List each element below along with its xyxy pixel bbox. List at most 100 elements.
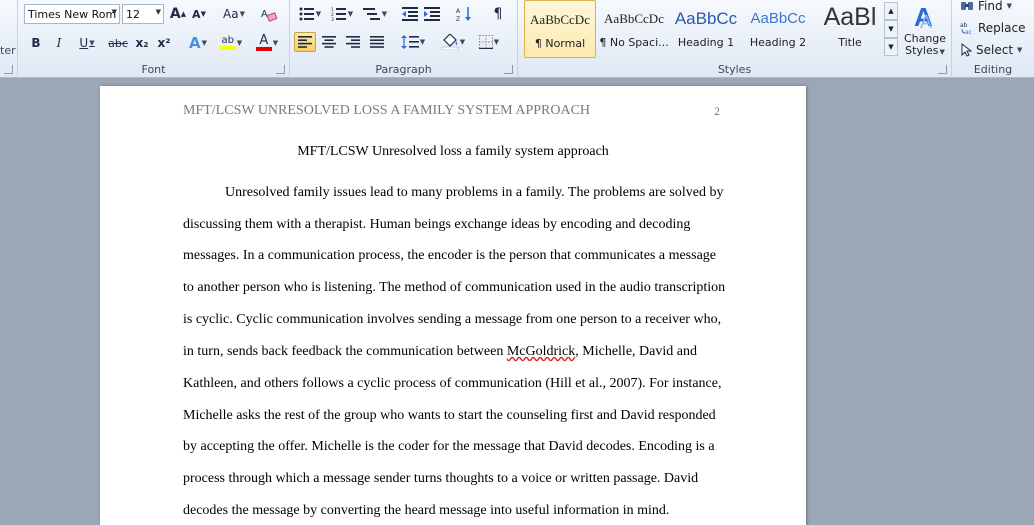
shrink-font-button[interactable]: A ▼ (190, 4, 208, 24)
change-case-icon: Aa (223, 7, 239, 21)
body-line[interactable]: messages. In a communication process, th… (183, 248, 728, 264)
justify-button[interactable] (366, 32, 388, 52)
highlight-color-swatch (219, 46, 236, 50)
style-name: Heading 2 (749, 36, 807, 49)
font-color-button[interactable]: A ▼ (252, 33, 282, 53)
paragraph-dialog-launcher-icon[interactable] (504, 65, 513, 74)
find-button[interactable]: Find ▼ (960, 0, 1012, 14)
body-line[interactable]: Unresolved family issues lead to many pr… (183, 185, 728, 201)
body-line[interactable]: to another person who is listening. The … (183, 280, 728, 296)
sort-icon: A Z (456, 7, 471, 22)
numbering-button[interactable]: 1 2 3 ▼ (328, 4, 356, 24)
body-line[interactable]: is cyclic. Cyclic communication involves… (183, 312, 728, 328)
subscript-button[interactable]: x₂ (132, 33, 152, 53)
editing-group: Find ▼ ab ac Replace Select ▼ Editing (952, 0, 1034, 78)
subscript-icon: x₂ (135, 36, 149, 50)
svg-text:A: A (920, 12, 932, 30)
sort-button[interactable]: A Z (454, 4, 476, 24)
strikethrough-button[interactable]: abc (106, 33, 130, 53)
style-name: ¶ No Spaci... (599, 36, 669, 49)
change-styles-button[interactable]: A A Change Styles▼ (902, 0, 948, 62)
page-number[interactable]: 2 (714, 104, 720, 119)
ribbon: ter Times New Rom ▼ 12 ▼ A ▲ A ▼ Aa ▼ A B (0, 0, 1034, 78)
highlight-icon: ab (221, 35, 235, 46)
italic-icon: I (56, 36, 62, 50)
borders-button[interactable]: ▼ (474, 32, 504, 52)
text-effects-button[interactable]: A ▼ (184, 33, 212, 53)
align-center-button[interactable] (318, 32, 340, 52)
superscript-icon: x² (157, 36, 171, 50)
replace-icon: ab ac (960, 22, 972, 35)
line-spacing-button[interactable]: ▼ (398, 32, 428, 52)
select-button[interactable]: Select ▼ (960, 42, 1022, 58)
style-preview: AaBbCcDc (604, 11, 664, 26)
shading-button[interactable]: ▼ (438, 32, 468, 52)
styles-more-button[interactable]: ▼ (884, 38, 898, 56)
document-title[interactable]: MFT/LCSW Unresolved loss a family system… (183, 144, 723, 160)
bullets-button[interactable]: ▼ (296, 4, 324, 24)
body-line[interactable]: by accepting the offer. Michelle is the … (183, 439, 728, 455)
find-label: Find (978, 0, 1003, 13)
select-label: Select (976, 43, 1014, 57)
misspelled-word[interactable]: McGoldrick (507, 344, 575, 359)
styles-dialog-launcher-icon[interactable] (938, 65, 947, 74)
clipboard-group-stub: ter (0, 0, 18, 78)
align-right-icon (346, 36, 360, 48)
change-styles-label-2: Styles (905, 44, 939, 57)
font-group-label: Font (141, 63, 166, 76)
replace-button[interactable]: ab ac Replace (960, 20, 1025, 36)
font-dialog-launcher-icon[interactable] (276, 65, 285, 74)
font-size-combo[interactable]: 12 ▼ (122, 4, 164, 24)
body-text: in turn, sends back feedback the communi… (183, 344, 507, 359)
style-no-spacing[interactable]: AaBbCcDc ¶ No Spaci... (598, 0, 670, 58)
chevron-down-icon: ▼ (111, 8, 117, 16)
decrease-indent-button[interactable] (400, 4, 420, 24)
chevron-down-icon: ▼ (155, 8, 161, 16)
font-name-combo[interactable]: Times New Rom ▼ (24, 4, 120, 24)
underline-button[interactable]: U ▼ (72, 33, 102, 53)
style-preview: AaBbCc (750, 10, 806, 27)
svg-text:Z: Z (456, 16, 460, 22)
show-formatting-button[interactable]: ¶ (488, 4, 508, 24)
italic-button[interactable]: I (49, 33, 69, 53)
body-line[interactable]: process through which a message sender t… (183, 471, 728, 487)
multilevel-list-button[interactable]: ▼ (360, 4, 390, 24)
style-name: ¶ Normal (534, 37, 586, 50)
style-heading-2[interactable]: AaBbCc Heading 2 (742, 0, 814, 58)
highlight-button[interactable]: ab ▼ (216, 33, 246, 53)
body-line[interactable]: Kathleen, and others follows a cyclic pr… (183, 376, 728, 392)
styles-scroll-up[interactable]: ▲ (884, 2, 898, 20)
paragraph-group: ▼ 1 2 3 ▼ ▼ A Z ¶ ▼ ▼ ▼ Paragraph (290, 0, 518, 78)
clipboard-stub-label: ter (0, 44, 16, 57)
style-preview: AaBbCc (674, 9, 738, 28)
editing-group-label: Editing (973, 63, 1013, 76)
superscript-button[interactable]: x² (154, 33, 174, 53)
shrink-font-icon: A (192, 7, 201, 21)
body-line[interactable]: in turn, sends back feedback the communi… (183, 344, 728, 360)
paint-bucket-icon (441, 34, 459, 50)
font-group: Times New Rom ▼ 12 ▼ A▲ A▼ Aa▼ A B I (18, 0, 290, 78)
grow-font-button[interactable]: A ▲ (168, 4, 188, 24)
underline-icon: U (79, 36, 89, 50)
align-left-button[interactable] (294, 32, 316, 52)
running-header[interactable]: MFT/LCSW UNRESOLVED LOSS A FAMILY SYSTEM… (183, 103, 723, 119)
style-title[interactable]: AaBl Title (814, 0, 886, 58)
bold-button[interactable]: B (26, 33, 46, 53)
clipboard-launcher-icon[interactable] (4, 65, 13, 74)
style-preview: AaBl (823, 3, 877, 31)
replace-label: Replace (978, 21, 1026, 35)
styles-scroll-down[interactable]: ▼ (884, 20, 898, 38)
change-case-button[interactable]: Aa ▼ (220, 4, 248, 24)
align-right-button[interactable] (342, 32, 364, 52)
body-line[interactable]: discussing them with a therapist. Human … (183, 217, 728, 233)
align-left-icon (298, 36, 312, 48)
style-normal[interactable]: AaBbCcDc ¶ Normal (524, 0, 596, 58)
body-line[interactable]: decodes the message by converting the he… (183, 503, 728, 519)
text-effects-icon: A (189, 34, 201, 52)
body-line[interactable]: Michelle asks the rest of the group who … (183, 408, 728, 424)
style-heading-1[interactable]: AaBbCc Heading 1 (670, 0, 742, 58)
pilcrow-icon: ¶ (493, 6, 503, 22)
increase-indent-button[interactable] (422, 4, 442, 24)
clear-formatting-button[interactable]: A (258, 4, 280, 24)
change-styles-icon: A A (914, 2, 933, 32)
